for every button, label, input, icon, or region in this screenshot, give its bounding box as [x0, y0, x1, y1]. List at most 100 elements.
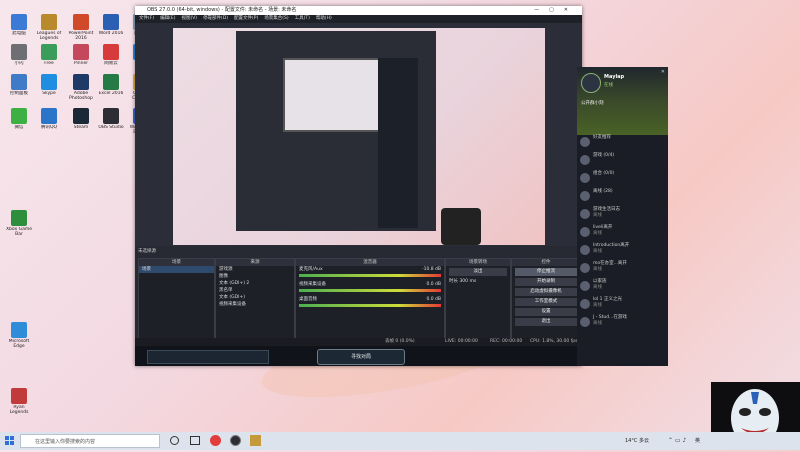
desktop-icon[interactable]: 微信 — [4, 108, 34, 135]
desktop-icon[interactable]: OBS Studio — [96, 108, 126, 135]
desktop-icon-label: Microsoft Edge — [8, 339, 30, 349]
desktop-icon[interactable]: 此电脑 — [4, 14, 34, 41]
source-item[interactable]: 黑名单 — [216, 287, 294, 294]
desktop-icon[interactable]: PowerPoint 2016 — [66, 14, 96, 41]
desktop-icon[interactable]: Skype — [34, 74, 64, 101]
app-icon — [103, 14, 119, 30]
menu-help[interactable]: 帮助(H) — [316, 15, 332, 23]
avatar[interactable] — [581, 73, 601, 93]
avatar — [580, 263, 590, 273]
friend-status: 离线 — [593, 267, 602, 272]
mixer-track-meter[interactable] — [299, 304, 441, 307]
desktop-icon-label: Xbox Game Bar — [5, 227, 33, 237]
source-item[interactable]: 文本 (GDI+) — [216, 294, 294, 301]
menu-profile[interactable]: 配置文件(P) — [234, 15, 258, 23]
window-controls[interactable]: —▢✕ — [534, 6, 578, 15]
obs-taskbar-icon[interactable] — [230, 435, 241, 446]
desktop-icon[interactable]: 小闪 — [4, 44, 34, 71]
app-icon — [11, 388, 27, 404]
app-icon — [41, 74, 57, 90]
obs-docks: 未选择源 场景 场景 来源 游戏源 图像 文本 (GDI+) 2 黑名单 文本 … — [135, 246, 582, 366]
desktop-icon[interactable]: Ryan Legends — [4, 388, 34, 415]
friend-list-item[interactable]: Introduction离开 离线 — [577, 243, 668, 261]
app-icon — [103, 108, 119, 124]
avatar — [580, 299, 590, 309]
desktop-icon[interactable]: 控制面板 — [4, 74, 34, 101]
desktop-icon[interactable]: Excel 2016 — [96, 74, 126, 101]
friend-list-item[interactable]: 好友推荐 — [577, 135, 668, 153]
panel-close-icon[interactable]: ✕ — [661, 69, 665, 75]
menu-scene-collection[interactable]: 场景集合(S) — [264, 15, 288, 23]
desktop-icon[interactable]: Steam — [66, 108, 96, 135]
studio-mode-button[interactable]: 工作室模式 — [515, 298, 577, 306]
menu-tools[interactable]: 工具(T) — [295, 15, 310, 23]
desktop-icon-label: OBS Studio — [98, 125, 124, 130]
source-item[interactable]: 游戏源 — [216, 266, 294, 273]
source-item[interactable]: 文本 (GDI+) 2 — [216, 280, 294, 287]
stop-streaming-button[interactable]: 停止推流 — [515, 268, 577, 276]
mixer-track-meter[interactable] — [299, 274, 441, 277]
menu-file[interactable]: 文件(F) — [139, 15, 154, 23]
avatar — [580, 191, 590, 201]
transitions-header: 场景转场 — [446, 259, 510, 266]
exit-button[interactable]: 退出 — [515, 318, 577, 326]
settings-button[interactable]: 设置 — [515, 308, 577, 316]
friend-list-item[interactable]: J - Stud...在游戏 离线 — [577, 315, 668, 333]
user-status: 在线 — [604, 83, 613, 88]
desktop-icon-label: Pinner — [73, 61, 89, 66]
windows-start-icon[interactable] — [5, 436, 14, 445]
duration-row[interactable]: 时长 300 ms — [446, 278, 510, 285]
task-view-icon[interactable] — [190, 436, 200, 445]
friend-status: 离线 — [593, 213, 602, 218]
netease-music-icon[interactable] — [210, 435, 221, 446]
avatar — [580, 137, 590, 147]
find-match-button[interactable]: 寻找对局 — [317, 349, 405, 365]
friend-list-item[interactable]: 游戏生活日志 离线 — [577, 207, 668, 225]
desktop-icon[interactable]: 腾讯QQ — [34, 108, 64, 135]
weather[interactable]: 14°C 多云 — [625, 435, 649, 447]
start-recording-button[interactable]: 开始录制 — [515, 278, 577, 286]
tray-icons[interactable]: ⌃ ▭ ♪ — [668, 435, 686, 447]
no-source-label: 未选择源 — [138, 249, 156, 254]
virtual-camera-button[interactable]: 启动虚拟摄像机 — [515, 288, 577, 296]
game-taskbar-icon[interactable] — [250, 435, 261, 446]
avatar — [580, 173, 590, 183]
desktop-icon[interactable]: Word 2016 — [96, 14, 126, 41]
desktop-icon-label: Word 2016 — [98, 31, 124, 36]
desktop-icon[interactable]: Xbox Game Bar — [4, 210, 34, 237]
taskbar-search-input[interactable]: 在这里输入你要搜索的内容 — [20, 434, 160, 448]
menu-docks[interactable]: 停靠部件(D) — [203, 15, 228, 23]
obs-window: OBS 27.0.0 (64-bit, windows) - 配置文件: 未命名… — [135, 6, 582, 366]
menu-edit[interactable]: 编辑(E) — [160, 15, 175, 23]
source-item[interactable]: 图像 — [216, 273, 294, 280]
friend-list-item[interactable]: lol 1 正义之光 离线 — [577, 297, 668, 315]
friends-panel: Maylap 在线 公开群小刻 ✕ 好友推荐 游戏 (0/4) 组合 (0/0) 离线… — [577, 67, 668, 366]
desktop-icon-label: 腾讯QQ — [40, 125, 58, 130]
desktop-icon[interactable]: Pinner — [66, 44, 96, 71]
app-icon — [73, 74, 89, 90]
source-item[interactable]: 视频采集设备 — [216, 301, 294, 308]
preview-content — [173, 28, 545, 245]
friends-header: Maylap 在线 公开群小刻 ✕ — [577, 67, 668, 135]
scene-item[interactable]: 场景 — [139, 266, 214, 273]
friend-list-item[interactable]: 游戏 (0/4) — [577, 153, 668, 171]
desktop-icon[interactable]: Microsoft Edge — [4, 322, 34, 349]
friend-list-item[interactable]: 以家族 离线 — [577, 279, 668, 297]
desktop-icon[interactable]: Adobe Photoshop — [66, 74, 96, 101]
desktop-icon[interactable]: Free — [34, 44, 64, 71]
friend-list-item[interactable]: 离线 (28) — [577, 189, 668, 207]
mixer-track-meter[interactable] — [299, 289, 441, 292]
friend-list-item[interactable]: mo在办室...离开 离线 — [577, 261, 668, 279]
transition-select[interactable]: 淡出 — [449, 268, 507, 276]
cpu-fps: CPU: 1.8%, 30.00 fps — [530, 339, 578, 344]
desktop-icon[interactable]: 网易云 — [96, 44, 126, 71]
game-chat-input[interactable] — [147, 350, 269, 364]
input-language[interactable]: 英 — [695, 435, 700, 447]
desktop-icon-label: Skype — [42, 91, 56, 96]
friend-list-item[interactable]: liveli离开 离线 — [577, 225, 668, 243]
menu-view[interactable]: 视图(V) — [181, 15, 197, 23]
friend-list-item[interactable]: 组合 (0/0) — [577, 171, 668, 189]
cortana-icon[interactable] — [170, 436, 179, 445]
obs-preview[interactable] — [173, 28, 545, 245]
desktop-icon[interactable]: Leagues of Legends — [34, 14, 64, 41]
